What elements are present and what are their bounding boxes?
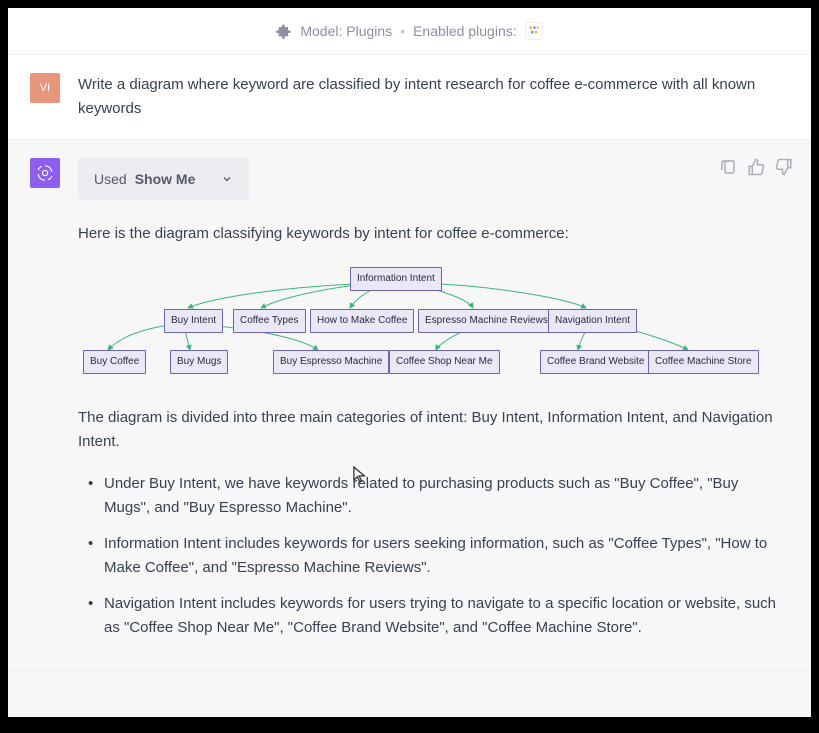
copy-icon[interactable]	[719, 158, 737, 176]
diagram-node: Navigation Intent	[548, 309, 637, 333]
user-message: VI Write a diagram where keyword are cla…	[8, 55, 811, 140]
puzzle-icon	[276, 23, 292, 39]
diagram-node: Buy Intent	[164, 309, 223, 333]
intent-diagram: Information Intent Buy Intent Coffee Typ…	[78, 264, 738, 384]
plugin-used-name: Show Me	[135, 168, 196, 190]
diagram-node: Coffee Brand Website	[540, 350, 651, 374]
chevron-down-icon	[221, 173, 233, 185]
diagram-node: Espresso Machine Reviews	[418, 309, 555, 333]
user-message-text: Write a diagram where keyword are classi…	[78, 73, 778, 121]
model-header: Model: Plugins • Enabled plugins:	[8, 8, 811, 55]
diagram-node: How to Make Coffee	[310, 309, 414, 333]
assistant-avatar	[30, 158, 60, 188]
assistant-bullets: Under Buy Intent, we have keywords relat…	[78, 472, 778, 640]
diagram-node-root: Information Intent	[350, 267, 442, 291]
thumbs-up-icon[interactable]	[747, 158, 765, 176]
assistant-intro: Here is the diagram classifying keywords…	[78, 222, 778, 246]
diagram-node: Coffee Types	[233, 309, 306, 333]
diagram-node: Coffee Machine Store	[648, 350, 759, 374]
user-avatar: VI	[30, 73, 60, 103]
separator-dot: •	[400, 23, 405, 39]
diagram-node: Coffee Shop Near Me	[389, 350, 500, 374]
assistant-summary: The diagram is divided into three main c…	[78, 406, 778, 454]
model-label: Model: Plugins	[300, 23, 392, 39]
message-actions	[719, 158, 793, 176]
diagram-node: Buy Mugs	[170, 350, 228, 374]
thumbs-down-icon[interactable]	[775, 158, 793, 176]
bullet-item: Information Intent includes keywords for…	[92, 532, 778, 580]
bullet-item: Under Buy Intent, we have keywords relat…	[92, 472, 778, 520]
plugin-used-toggle[interactable]: Used Show Me	[78, 158, 249, 200]
chat-view: Model: Plugins • Enabled plugins: VI Wri…	[8, 8, 811, 717]
diagram-node: Buy Espresso Machine	[273, 350, 389, 374]
bullet-item: Navigation Intent includes keywords for …	[92, 592, 778, 640]
assistant-content: Used Show Me Here is the diagram classif…	[78, 158, 778, 652]
plugin-showme-icon[interactable]	[525, 22, 543, 40]
enabled-plugins-label: Enabled plugins:	[413, 23, 517, 39]
plugin-used-prefix: Used	[94, 168, 127, 190]
diagram-node: Buy Coffee	[83, 350, 146, 374]
assistant-message: Used Show Me Here is the diagram classif…	[8, 140, 811, 671]
